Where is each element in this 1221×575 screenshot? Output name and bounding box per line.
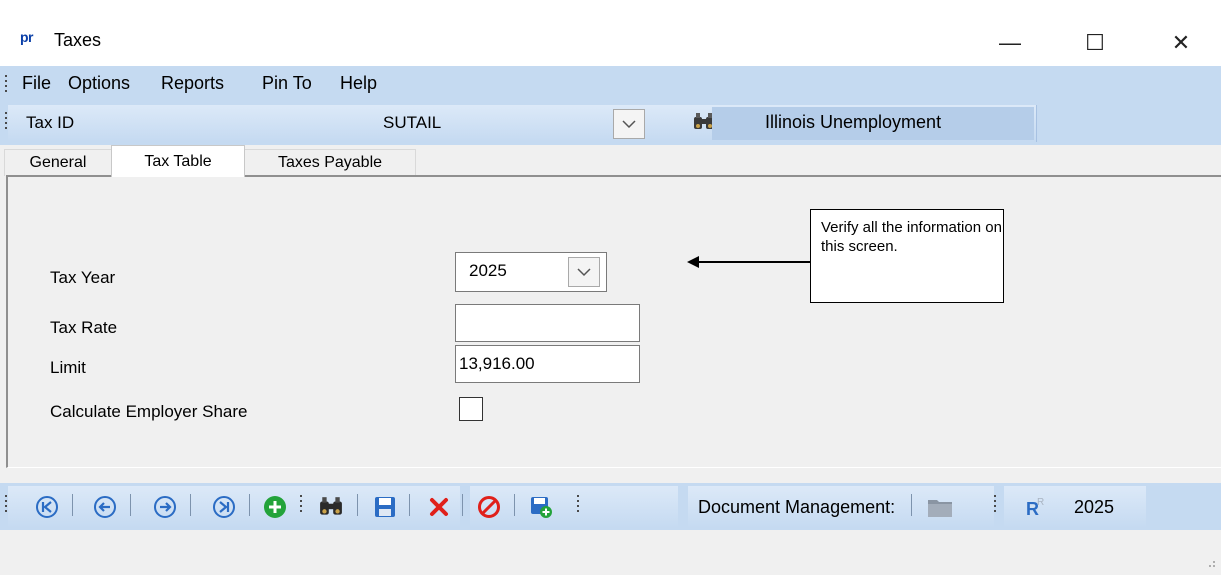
limit-value: 13,916.00	[459, 354, 535, 373]
document-header-fragment	[0, 0, 1221, 20]
limit-input[interactable]: 13,916.00	[455, 345, 640, 383]
svg-text:R: R	[1037, 497, 1044, 508]
record-toolbar: Document Management: RR 2025	[0, 483, 1221, 530]
payroll-year-button[interactable]: RR	[1024, 494, 1050, 520]
toolbar-grip-icon[interactable]	[300, 495, 304, 515]
separator	[514, 494, 515, 516]
tax-year-label: Tax Year	[50, 268, 116, 287]
menu-reports[interactable]: Reports	[161, 73, 224, 94]
menu-options[interactable]: Options	[68, 73, 130, 94]
first-record-button[interactable]	[34, 494, 60, 520]
tax-year-dropdown-button[interactable]	[568, 257, 600, 287]
floppy-disk-icon	[375, 497, 395, 517]
toolbar-grip-icon[interactable]	[577, 495, 581, 515]
document-management-label: Document Management:	[698, 497, 896, 517]
next-record-button[interactable]	[152, 494, 178, 520]
toolbar-grip-icon[interactable]	[5, 495, 9, 515]
tax-rate-input[interactable]	[455, 304, 640, 342]
tax-description: Illinois Unemployment	[765, 112, 942, 132]
chevron-down-icon	[622, 119, 636, 128]
search-button[interactable]	[318, 494, 344, 520]
separator	[462, 494, 463, 516]
separator	[911, 494, 912, 516]
close-button[interactable]: ✕	[1146, 20, 1216, 66]
menu-bar: File Options Reports Pin To Help	[0, 66, 1221, 102]
menu-pin-to[interactable]: Pin To	[262, 73, 312, 94]
taxbar-grip-icon[interactable]	[5, 112, 9, 132]
menu-grip-icon[interactable]	[5, 75, 9, 95]
previous-record-button[interactable]	[92, 494, 118, 520]
menu-file[interactable]: File	[22, 73, 51, 94]
arrow-left-circle-icon	[94, 496, 116, 518]
last-record-icon	[213, 496, 235, 518]
tab-taxes-payable[interactable]: Taxes Payable	[244, 149, 416, 176]
save-add-icon	[531, 497, 552, 518]
binoculars-icon	[320, 497, 342, 515]
chevron-down-icon	[577, 267, 591, 276]
tab-general[interactable]: General	[4, 149, 112, 176]
annotation-callout: Verify all the information on this scree…	[810, 209, 1004, 303]
arrow-left-icon	[687, 256, 699, 268]
payroll-logo-icon: RR	[1026, 497, 1044, 519]
limit-label: Limit	[50, 358, 86, 377]
tax-year-select[interactable]: 2025	[455, 252, 607, 292]
tax-id-dropdown-button[interactable]	[613, 109, 645, 139]
maximize-button[interactable]: ☐	[1060, 20, 1130, 66]
separator	[249, 494, 250, 516]
annotation-text: Verify all the information on this scree…	[821, 219, 1002, 255]
add-record-button[interactable]	[262, 494, 288, 520]
save-button[interactable]	[372, 494, 398, 520]
status-bar	[0, 530, 1221, 575]
first-record-icon	[36, 496, 58, 518]
cancel-button[interactable]	[476, 494, 502, 520]
annotation-arrow-line	[697, 261, 811, 263]
separator	[409, 494, 410, 516]
tax-id-bar: Tax ID SUTAIL Illinois Unemployment	[0, 102, 1221, 145]
new-report-button[interactable]	[528, 494, 554, 520]
employer-share-label: Calculate Employer Share	[50, 402, 248, 421]
tab-tax-table[interactable]: Tax Table	[111, 145, 245, 177]
tax-description-panel: Illinois Unemployment	[712, 107, 1034, 140]
tax-id-combo-value[interactable]: SUTAIL	[383, 113, 441, 133]
tab-strip: General Tax Table Taxes Payable	[0, 145, 1221, 177]
window-title: Taxes	[54, 30, 102, 50]
resize-grip-icon[interactable]	[1204, 556, 1216, 568]
delete-button[interactable]	[426, 494, 452, 520]
tax-year-value: 2025	[469, 261, 507, 280]
app-logo-icon: pr	[20, 29, 34, 45]
arrow-right-circle-icon	[154, 496, 176, 518]
taxes-window: pr Taxes — ☐ ✕ File Options Reports Pin …	[0, 20, 1221, 575]
separator	[130, 494, 131, 516]
employer-share-checkbox[interactable]	[459, 397, 483, 421]
separator	[72, 494, 73, 516]
tax-rate-label: Tax Rate	[50, 318, 118, 337]
plus-circle-icon	[264, 496, 286, 518]
toolbar-grip-icon[interactable]	[994, 495, 998, 515]
cancel-circle-icon	[478, 496, 500, 518]
title-bar: pr Taxes — ☐ ✕	[0, 20, 1221, 66]
delete-x-icon	[430, 498, 448, 516]
last-record-button[interactable]	[211, 494, 237, 520]
folder-icon	[928, 500, 952, 517]
separator	[190, 494, 191, 516]
tax-id-label: Tax ID	[26, 113, 75, 132]
separator	[357, 494, 358, 516]
minimize-button[interactable]: —	[975, 20, 1045, 66]
menu-help[interactable]: Help	[340, 73, 377, 94]
document-folder-button[interactable]	[927, 494, 953, 520]
payroll-year: 2025	[1074, 497, 1115, 517]
